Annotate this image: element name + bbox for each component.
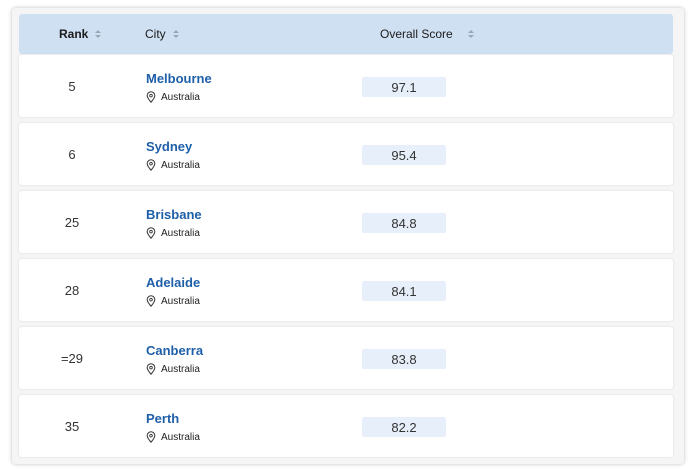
- rankings-table: Rank City Overall Score 5 Melbourne Aust…: [12, 8, 684, 464]
- sort-icon[interactable]: [467, 30, 475, 38]
- table-row: 5 Melbourne Australia 97.1: [19, 55, 673, 117]
- column-header-label: Rank: [59, 27, 89, 41]
- overall-score: 95.4: [362, 145, 446, 165]
- overall-score: 84.1: [362, 281, 446, 301]
- column-header-label: City: [145, 27, 166, 41]
- rank-value: 35: [64, 418, 80, 434]
- country-name: Australia: [161, 91, 200, 103]
- country-name: Australia: [161, 295, 200, 307]
- city-link[interactable]: Sydney: [146, 139, 192, 154]
- rank-value: 25: [64, 214, 80, 230]
- city-link[interactable]: Adelaide: [146, 275, 200, 290]
- rank-value: =29: [60, 350, 84, 366]
- country-name: Australia: [161, 159, 200, 171]
- map-pin-icon: [146, 431, 156, 443]
- column-header-label: Overall Score: [380, 27, 453, 41]
- rank-value: 5: [68, 78, 76, 94]
- overall-score: 82.2: [362, 417, 446, 437]
- city-link[interactable]: Brisbane: [146, 207, 202, 222]
- city-link[interactable]: Canberra: [146, 343, 203, 358]
- city-link[interactable]: Perth: [146, 411, 179, 426]
- country-label: Australia: [146, 431, 200, 443]
- country-label: Australia: [146, 295, 200, 307]
- overall-score: 97.1: [362, 77, 446, 97]
- map-pin-icon: [146, 227, 156, 239]
- table-row: 6 Sydney Australia 95.4: [19, 123, 673, 185]
- table-row: 25 Brisbane Australia 84.8: [19, 191, 673, 253]
- sort-icon[interactable]: [95, 30, 102, 38]
- map-pin-icon: [146, 159, 156, 171]
- map-pin-icon: [146, 295, 156, 307]
- overall-score: 83.8: [362, 349, 446, 369]
- column-header-rank[interactable]: Rank: [59, 14, 102, 54]
- country-label: Australia: [146, 363, 200, 375]
- map-pin-icon: [146, 363, 156, 375]
- table-row: 28 Adelaide Australia 84.1: [19, 259, 673, 321]
- sort-icon[interactable]: [172, 30, 180, 38]
- city-link[interactable]: Melbourne: [146, 71, 212, 86]
- country-label: Australia: [146, 159, 200, 171]
- rank-value: 28: [64, 282, 80, 298]
- rank-value: 6: [68, 146, 76, 162]
- map-pin-icon: [146, 91, 156, 103]
- country-label: Australia: [146, 91, 200, 103]
- column-header-city[interactable]: City: [145, 14, 180, 54]
- table-row: =29 Canberra Australia 83.8: [19, 327, 673, 389]
- country-name: Australia: [161, 227, 200, 239]
- country-name: Australia: [161, 363, 200, 375]
- table-header: Rank City Overall Score: [19, 14, 673, 54]
- country-label: Australia: [146, 227, 200, 239]
- overall-score: 84.8: [362, 213, 446, 233]
- column-header-score[interactable]: Overall Score: [380, 14, 475, 54]
- country-name: Australia: [161, 431, 200, 443]
- table-row: 35 Perth Australia 82.2: [19, 395, 673, 457]
